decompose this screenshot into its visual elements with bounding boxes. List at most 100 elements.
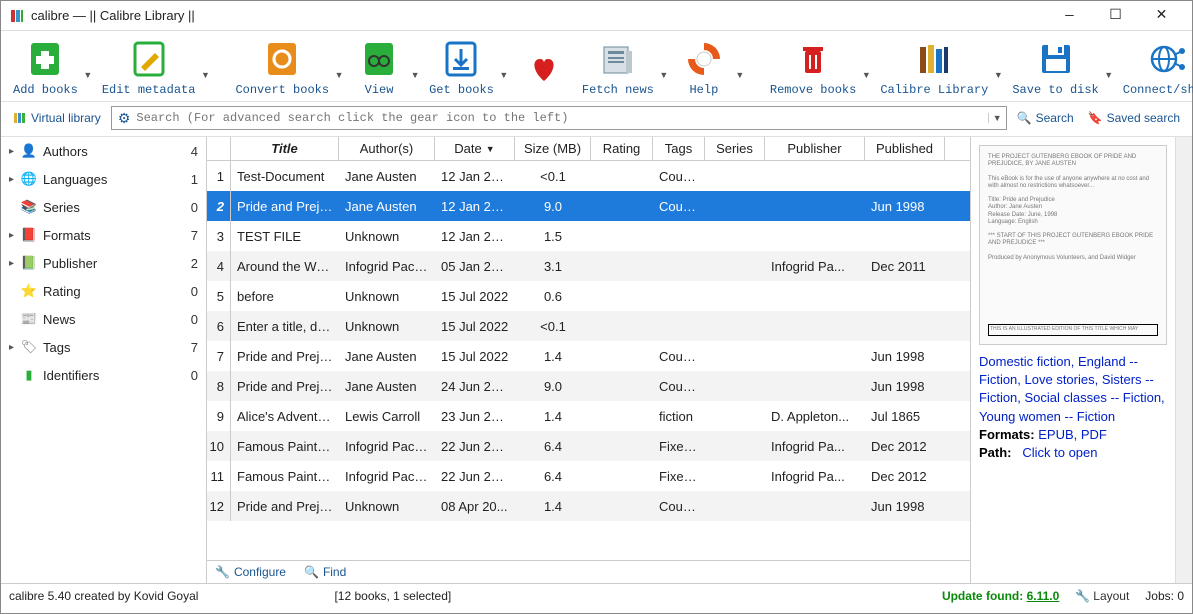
details-scrollbar[interactable] xyxy=(1175,137,1192,583)
minimize-button[interactable]: ― xyxy=(1047,2,1092,30)
cell-size: <0.1 xyxy=(515,319,591,334)
col-date[interactable]: Date▼ xyxy=(435,137,515,160)
search-button[interactable]: 🔍 Search xyxy=(1013,109,1078,127)
book-tags-links[interactable]: Domestic fiction, England -- Fiction, Lo… xyxy=(979,354,1165,424)
col-series[interactable]: Series xyxy=(705,137,765,160)
cell-size: 9.0 xyxy=(515,199,591,214)
cell-publisher: Infogrid Pa... xyxy=(765,259,865,274)
cell-author: Unknown xyxy=(339,229,435,244)
remove-books-dropdown[interactable]: ▼ xyxy=(860,54,872,80)
table-row[interactable]: 5 before Unknown 15 Jul 2022 0.6 xyxy=(207,281,970,311)
save-to-disk-button[interactable]: Save to disk xyxy=(1008,37,1102,97)
table-row[interactable]: 1 Test-Document Jane Austen 12 Jan 2023 … xyxy=(207,161,970,191)
heart-button[interactable] xyxy=(514,45,574,89)
sidebar-item-series[interactable]: 📚Series0 xyxy=(1,193,206,221)
col-published[interactable]: Published xyxy=(865,137,945,160)
cell-size: 9.0 xyxy=(515,379,591,394)
table-row[interactable]: 9 Alice's Adventu... Lewis Carroll 23 Ju… xyxy=(207,401,970,431)
cell-date: 24 Jun 2022 xyxy=(435,379,515,394)
sidebar-item-tags[interactable]: ▸🏷Tags7 xyxy=(1,333,206,361)
cell-date: 23 Jun 2022 xyxy=(435,409,515,424)
sidebar-item-languages[interactable]: ▸🌐Languages1 xyxy=(1,165,206,193)
cell-author: Lewis Carroll xyxy=(339,409,435,424)
fetch-news-icon xyxy=(596,37,640,81)
cell-date: 15 Jul 2022 xyxy=(435,319,515,334)
table-row[interactable]: 10 Famous Paintings Infogrid Pacific 22 … xyxy=(207,431,970,461)
table-row[interactable]: 12 Pride and Preju... Unknown 08 Apr 20.… xyxy=(207,491,970,521)
find-button[interactable]: 🔍Find xyxy=(304,565,346,579)
table-row[interactable]: 8 Pride and Preju... Jane Austen 24 Jun … xyxy=(207,371,970,401)
row-number: 1 xyxy=(207,161,231,191)
save-to-disk-label: Save to disk xyxy=(1012,83,1098,97)
book-cover[interactable]: THE PROJECT GUTENBERG EBOOK OF PRIDE AND… xyxy=(979,145,1167,345)
add-books-button[interactable]: Add books xyxy=(9,37,82,97)
search-input[interactable] xyxy=(136,111,987,125)
cell-title: Around the Wo... xyxy=(231,259,339,274)
sidebar-label: Series xyxy=(43,200,191,215)
col-rating[interactable]: Rating xyxy=(591,137,653,160)
save-to-disk-icon xyxy=(1034,37,1078,81)
sidebar-count: 0 xyxy=(191,284,198,299)
remove-books-button[interactable]: Remove books xyxy=(766,37,860,97)
row-number: 5 xyxy=(207,281,231,311)
col-title[interactable]: Title xyxy=(231,137,339,160)
row-number: 9 xyxy=(207,401,231,431)
cell-size: 6.4 xyxy=(515,469,591,484)
sidebar-item-publisher[interactable]: ▸📗Publisher2 xyxy=(1,249,206,277)
gear-icon[interactable]: ⚙ xyxy=(112,110,137,127)
cell-tags: Court... xyxy=(653,169,705,184)
calibre-library-icon xyxy=(912,37,956,81)
add-books-dropdown[interactable]: ▼ xyxy=(82,54,94,80)
table-row[interactable]: 3 TEST FILE Unknown 12 Jan 2023 1.5 xyxy=(207,221,970,251)
view-dropdown[interactable]: ▼ xyxy=(409,54,421,80)
table-row[interactable]: 6 Enter a title, dis... Unknown 15 Jul 2… xyxy=(207,311,970,341)
table-row[interactable]: 7 Pride and Preju... Jane Austen 15 Jul … xyxy=(207,341,970,371)
col-publisher[interactable]: Publisher xyxy=(765,137,865,160)
calibre-library-dropdown[interactable]: ▼ xyxy=(992,54,1004,80)
save-to-disk-dropdown[interactable]: ▼ xyxy=(1103,54,1115,80)
col-author[interactable]: Author(s) xyxy=(339,137,435,160)
col-size[interactable]: Size (MB) xyxy=(515,137,591,160)
fetch-news-button[interactable]: Fetch news xyxy=(578,37,658,97)
path-link[interactable]: Click to open xyxy=(1022,445,1097,460)
close-button[interactable]: ✕ xyxy=(1139,2,1184,30)
sidebar-item-formats[interactable]: ▸📕Formats7 xyxy=(1,221,206,249)
sidebar-item-authors[interactable]: ▸👤Authors4 xyxy=(1,137,206,165)
category-icon: 📗 xyxy=(19,255,39,271)
get-books-dropdown[interactable]: ▼ xyxy=(498,54,510,80)
calibre-library-button[interactable]: Calibre Library xyxy=(876,37,992,97)
search-dropdown[interactable]: ▼ xyxy=(988,113,1006,123)
col-tags[interactable]: Tags xyxy=(653,137,705,160)
convert-books-dropdown[interactable]: ▼ xyxy=(333,54,345,80)
sidebar-item-identifiers[interactable]: ▮Identifiers0 xyxy=(1,361,206,389)
help-dropdown[interactable]: ▼ xyxy=(734,54,746,80)
fetch-news-dropdown[interactable]: ▼ xyxy=(658,54,670,80)
view-icon xyxy=(357,37,401,81)
configure-button[interactable]: 🔧Configure xyxy=(215,565,286,579)
help-button[interactable]: Help xyxy=(674,37,734,97)
connect-share-button[interactable]: Connect/share xyxy=(1119,37,1193,97)
saved-search-button[interactable]: 🔖 Saved search xyxy=(1084,109,1184,127)
sidebar-item-news[interactable]: 📰News0 xyxy=(1,305,206,333)
get-books-button[interactable]: Get books xyxy=(425,37,498,97)
book-formats-links[interactable]: EPUB, PDF xyxy=(1038,427,1107,442)
table-row[interactable]: 4 Around the Wo... Infogrid Pacific 05 J… xyxy=(207,251,970,281)
sidebar-count: 7 xyxy=(191,228,198,243)
cell-title: Pride and Preju... xyxy=(231,349,339,364)
update-link[interactable]: 6.11.0 xyxy=(1027,589,1060,603)
virtual-library-button[interactable]: Virtual library xyxy=(9,109,105,127)
col-number[interactable] xyxy=(207,137,231,160)
table-row[interactable]: 2 Pride and Preju... Jane Austen 12 Jan … xyxy=(207,191,970,221)
maximize-button[interactable]: ☐ xyxy=(1093,2,1138,30)
cell-published: Jun 1998 xyxy=(865,349,945,364)
view-button[interactable]: View xyxy=(349,37,409,97)
edit-metadata-button[interactable]: Edit metadata xyxy=(98,37,200,97)
jobs-status[interactable]: Jobs: 0 xyxy=(1145,589,1184,603)
window-title: calibre — || Calibre Library || xyxy=(31,8,1047,23)
sidebar-item-rating[interactable]: ⭐Rating0 xyxy=(1,277,206,305)
layout-button[interactable]: 🔧Layout xyxy=(1075,589,1129,603)
convert-books-button[interactable]: Convert books xyxy=(231,37,333,97)
table-row[interactable]: 11 Famous Paintings Infogrid Pacific 22 … xyxy=(207,461,970,491)
edit-metadata-dropdown[interactable]: ▼ xyxy=(199,54,211,80)
cell-size: 1.4 xyxy=(515,409,591,424)
